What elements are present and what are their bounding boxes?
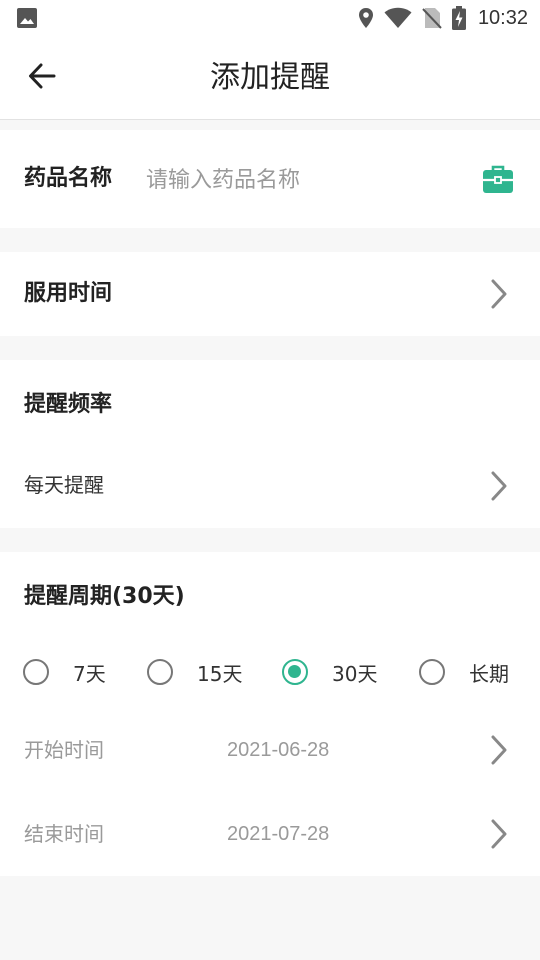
radio-button[interactable] [419, 659, 445, 685]
end-date-row[interactable]: 结束时间 2021-07-28 [0, 804, 540, 864]
back-button[interactable] [22, 60, 62, 96]
chevron-right-icon [488, 818, 510, 850]
chevron-right-icon [488, 278, 510, 310]
app-bar: 添加提醒 [0, 36, 540, 120]
page-title: 添加提醒 [210, 60, 330, 95]
period-option-15-days[interactable]: 15天 [147, 656, 242, 688]
start-date-row[interactable]: 开始时间 2021-06-28 [0, 720, 540, 780]
chevron-right-icon [488, 470, 510, 502]
frequency-value: 每天提醒 [24, 473, 104, 497]
end-date-value: 2021-07-28 [227, 823, 330, 845]
start-date-value: 2021-06-28 [227, 739, 330, 761]
frequency-select-row[interactable]: 每天提醒 [0, 454, 540, 516]
frequency-title: 提醒频率 [24, 392, 113, 417]
status-bar: 10:32 [0, 0, 540, 36]
medicine-kit-icon[interactable] [482, 164, 514, 194]
end-date-label: 结束时间 [24, 822, 104, 846]
battery-charging-icon [451, 6, 466, 30]
period-option-30-days[interactable]: 30天 [282, 656, 377, 688]
start-date-label: 开始时间 [24, 738, 104, 762]
no-sim-icon [422, 7, 442, 29]
period-option-label: 15天 [197, 661, 243, 686]
image-icon [16, 7, 38, 29]
period-title: 提醒周期(30天) [24, 584, 185, 609]
period-option-label: 长期 [469, 661, 509, 686]
radio-button[interactable] [147, 659, 173, 685]
radio-button-checked[interactable] [282, 659, 308, 685]
wifi-icon [384, 7, 412, 29]
dose-time-row[interactable]: 服用时间 [0, 252, 540, 336]
period-option-7-days[interactable]: 7天 [23, 656, 106, 688]
chevron-right-icon [488, 734, 510, 766]
drug-name-row: 药品名称 [0, 130, 540, 228]
location-icon [358, 7, 374, 29]
frequency-section: 提醒频率 每天提醒 [0, 360, 540, 528]
status-time: 10:32 [477, 6, 528, 29]
drug-name-label: 药品名称 [24, 166, 113, 191]
period-option-label: 7天 [73, 661, 106, 686]
arrow-left-icon [28, 63, 56, 93]
radio-button[interactable] [23, 659, 49, 685]
period-option-long-term[interactable]: 长期 [419, 656, 509, 688]
dose-time-label: 服用时间 [24, 281, 113, 306]
period-section: 提醒周期(30天) 7天 15天 30天 长期 开始时间 2021-06-28 … [0, 552, 540, 876]
period-option-label: 30天 [332, 661, 378, 686]
drug-name-input[interactable] [146, 160, 446, 200]
